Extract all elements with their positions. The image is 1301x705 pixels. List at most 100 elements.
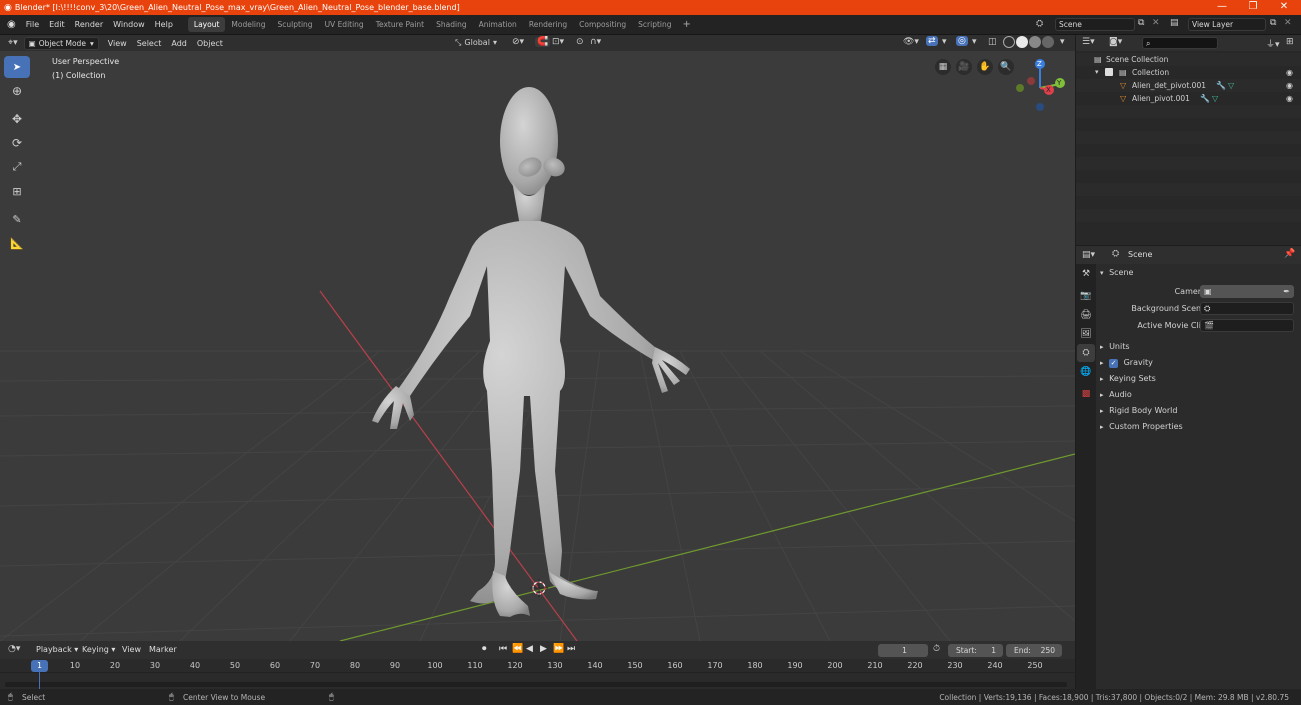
- viewport-menu-add[interactable]: Add: [166, 39, 192, 48]
- transform-orientation-dropdown[interactable]: ⤡ Global ▾: [455, 38, 497, 48]
- timeline-menu-playback[interactable]: Playback ▾: [36, 645, 78, 654]
- snap-icon[interactable]: 🧲: [535, 37, 551, 47]
- viewport-menu-object[interactable]: Object: [192, 39, 228, 48]
- scale-tool[interactable]: ⤢: [4, 156, 30, 178]
- end-frame-field[interactable]: End: 250: [1006, 644, 1062, 657]
- mesh-data-icon[interactable]: ▽: [1228, 79, 1234, 92]
- tab-scripting[interactable]: Scripting: [632, 17, 677, 32]
- delete-scene-icon[interactable]: ✕: [1152, 18, 1160, 28]
- play-reverse-icon[interactable]: ◀: [526, 644, 533, 654]
- visibility-icon[interactable]: 👁▾: [903, 37, 919, 47]
- playhead-frame-badge[interactable]: 1: [31, 660, 48, 672]
- output-tab[interactable]: 🖨: [1077, 306, 1095, 324]
- tab-texture-paint[interactable]: Texture Paint: [370, 17, 430, 32]
- view-layer-tab[interactable]: 🖼: [1077, 325, 1095, 343]
- close-button[interactable]: ✕: [1269, 0, 1299, 15]
- viewport-menu-view[interactable]: View: [103, 39, 132, 48]
- eye-icon[interactable]: ◉: [1286, 92, 1293, 105]
- proportional-edit-icon[interactable]: ⊙: [576, 37, 584, 47]
- toggle-view-grid-icon[interactable]: ▦: [935, 59, 951, 75]
- jump-start-icon[interactable]: ⏮: [499, 644, 507, 654]
- material-shading-icon[interactable]: [1029, 36, 1041, 48]
- clock-icon[interactable]: ⏱: [933, 644, 940, 654]
- expand-arrow-icon[interactable]: ▾: [1095, 66, 1099, 79]
- keying-sets-section[interactable]: ▸ Keying Sets: [1100, 371, 1298, 386]
- camera-field[interactable]: ▣ ✒: [1200, 285, 1294, 298]
- new-scene-icon[interactable]: ⧉: [1138, 18, 1144, 28]
- chevron-down-icon[interactable]: ▾: [1060, 37, 1065, 47]
- current-frame-field[interactable]: 1: [878, 644, 928, 657]
- object-mode-dropdown[interactable]: ▣ Object Mode ▾: [23, 36, 99, 50]
- render-tab[interactable]: 📷: [1077, 287, 1095, 305]
- tab-rendering[interactable]: Rendering: [523, 17, 573, 32]
- measure-tool[interactable]: 📐: [4, 232, 30, 254]
- transform-tool[interactable]: ⊞: [4, 180, 30, 202]
- 3d-viewport[interactable]: Z Y X User Perspective (1) Collection ▦ …: [0, 51, 1075, 641]
- properties-editor-type-icon[interactable]: ▤▾: [1082, 250, 1095, 260]
- new-view-layer-icon[interactable]: ⧉: [1270, 18, 1276, 28]
- new-collection-icon[interactable]: ⊞: [1286, 37, 1294, 47]
- eyedropper-icon[interactable]: ✒: [1283, 286, 1290, 297]
- select-box-tool[interactable]: ➤: [4, 56, 30, 78]
- annotate-tool[interactable]: ✎: [4, 208, 30, 230]
- chevron-down-icon[interactable]: ▾: [972, 37, 977, 47]
- gravity-checkbox[interactable]: ✓: [1109, 359, 1119, 368]
- timeline-menu-keying[interactable]: Keying ▾: [82, 645, 115, 654]
- chevron-down-icon[interactable]: ▾: [942, 37, 947, 47]
- tab-sculpting[interactable]: Sculpting: [272, 17, 319, 32]
- outliner-row-collection[interactable]: ▾ ▤ Collection ◉: [1076, 66, 1301, 79]
- units-section[interactable]: ▸ Units: [1100, 339, 1298, 354]
- editor-type-icon[interactable]: ⌖▾: [0, 38, 24, 48]
- outliner-search-input[interactable]: ⌕: [1142, 37, 1218, 49]
- tab-shading[interactable]: Shading: [430, 17, 472, 32]
- minimize-button[interactable]: —: [1207, 0, 1237, 15]
- background-scene-field[interactable]: ⛭: [1200, 302, 1294, 315]
- restore-button[interactable]: ❐: [1238, 0, 1268, 15]
- rigid-body-world-section[interactable]: ▸ Rigid Body World: [1100, 403, 1298, 418]
- zoom-view-icon[interactable]: 🔍: [998, 59, 1014, 75]
- prev-keyframe-icon[interactable]: ⏪: [512, 644, 523, 654]
- timeline-scrollbar[interactable]: [5, 682, 1067, 687]
- modifier-wrench-icon[interactable]: 🔧: [1200, 92, 1210, 105]
- filter-icon[interactable]: ⏚▾: [1266, 37, 1280, 50]
- custom-properties-section[interactable]: ▸ Custom Properties: [1100, 419, 1298, 434]
- checkbox-icon[interactable]: [1105, 68, 1113, 76]
- rotate-tool[interactable]: ⟳: [4, 132, 30, 154]
- blender-menu-icon[interactable]: ◉: [0, 19, 21, 30]
- next-keyframe-icon[interactable]: ⏩: [553, 644, 564, 654]
- 3d-cursor-icon[interactable]: [530, 579, 548, 597]
- wireframe-shading-icon[interactable]: [1003, 36, 1015, 48]
- scene-selector[interactable]: Scene: [1055, 18, 1135, 31]
- display-mode-icon[interactable]: ◙▾: [1109, 37, 1122, 47]
- pin-icon[interactable]: 📌: [1284, 249, 1295, 259]
- timeline-menu-marker[interactable]: Marker: [149, 645, 177, 654]
- eye-icon[interactable]: ◉: [1286, 79, 1293, 92]
- viewport-menu-select[interactable]: Select: [132, 39, 167, 48]
- audio-section[interactable]: ▸ Audio: [1100, 387, 1298, 402]
- menu-edit[interactable]: Edit: [44, 20, 70, 29]
- snap-target-icon[interactable]: ⊡▾: [552, 37, 564, 47]
- active-movie-clip-field[interactable]: 🎬: [1200, 319, 1294, 332]
- pan-view-hand-icon[interactable]: ✋: [977, 59, 993, 75]
- record-icon[interactable]: ⏺: [482, 644, 487, 654]
- jump-end-icon[interactable]: ⏭: [567, 644, 575, 654]
- outliner-row-scene-collection[interactable]: ▤ Scene Collection: [1076, 53, 1301, 66]
- outliner-row-object[interactable]: ▽ Alien_det_pivot.001 🔧 ▽ ◉: [1076, 79, 1301, 92]
- timeline-editor-type-icon[interactable]: ◔▾: [8, 644, 20, 654]
- tab-uv-editing[interactable]: UV Editing: [319, 17, 370, 32]
- delete-view-layer-icon[interactable]: ✕: [1284, 18, 1292, 28]
- scene-panel-header[interactable]: ▾ Scene: [1100, 265, 1298, 281]
- menu-window[interactable]: Window: [108, 20, 150, 29]
- cursor-tool[interactable]: ⊕: [4, 80, 30, 102]
- eye-icon[interactable]: ◉: [1286, 66, 1293, 79]
- camera-view-icon[interactable]: 🎥: [956, 59, 972, 75]
- modifier-wrench-icon[interactable]: 🔧: [1216, 79, 1226, 92]
- xray-icon[interactable]: ◫: [988, 37, 997, 47]
- outliner-editor-type-icon[interactable]: ☰▾: [1082, 37, 1095, 47]
- tab-modeling[interactable]: Modeling: [225, 17, 271, 32]
- tab-animation[interactable]: Animation: [473, 17, 523, 32]
- falloff-icon[interactable]: ∩▾: [590, 37, 601, 47]
- tab-compositing[interactable]: Compositing: [573, 17, 632, 32]
- mesh-data-icon[interactable]: ▽: [1212, 92, 1218, 105]
- play-icon[interactable]: ▶: [540, 644, 547, 654]
